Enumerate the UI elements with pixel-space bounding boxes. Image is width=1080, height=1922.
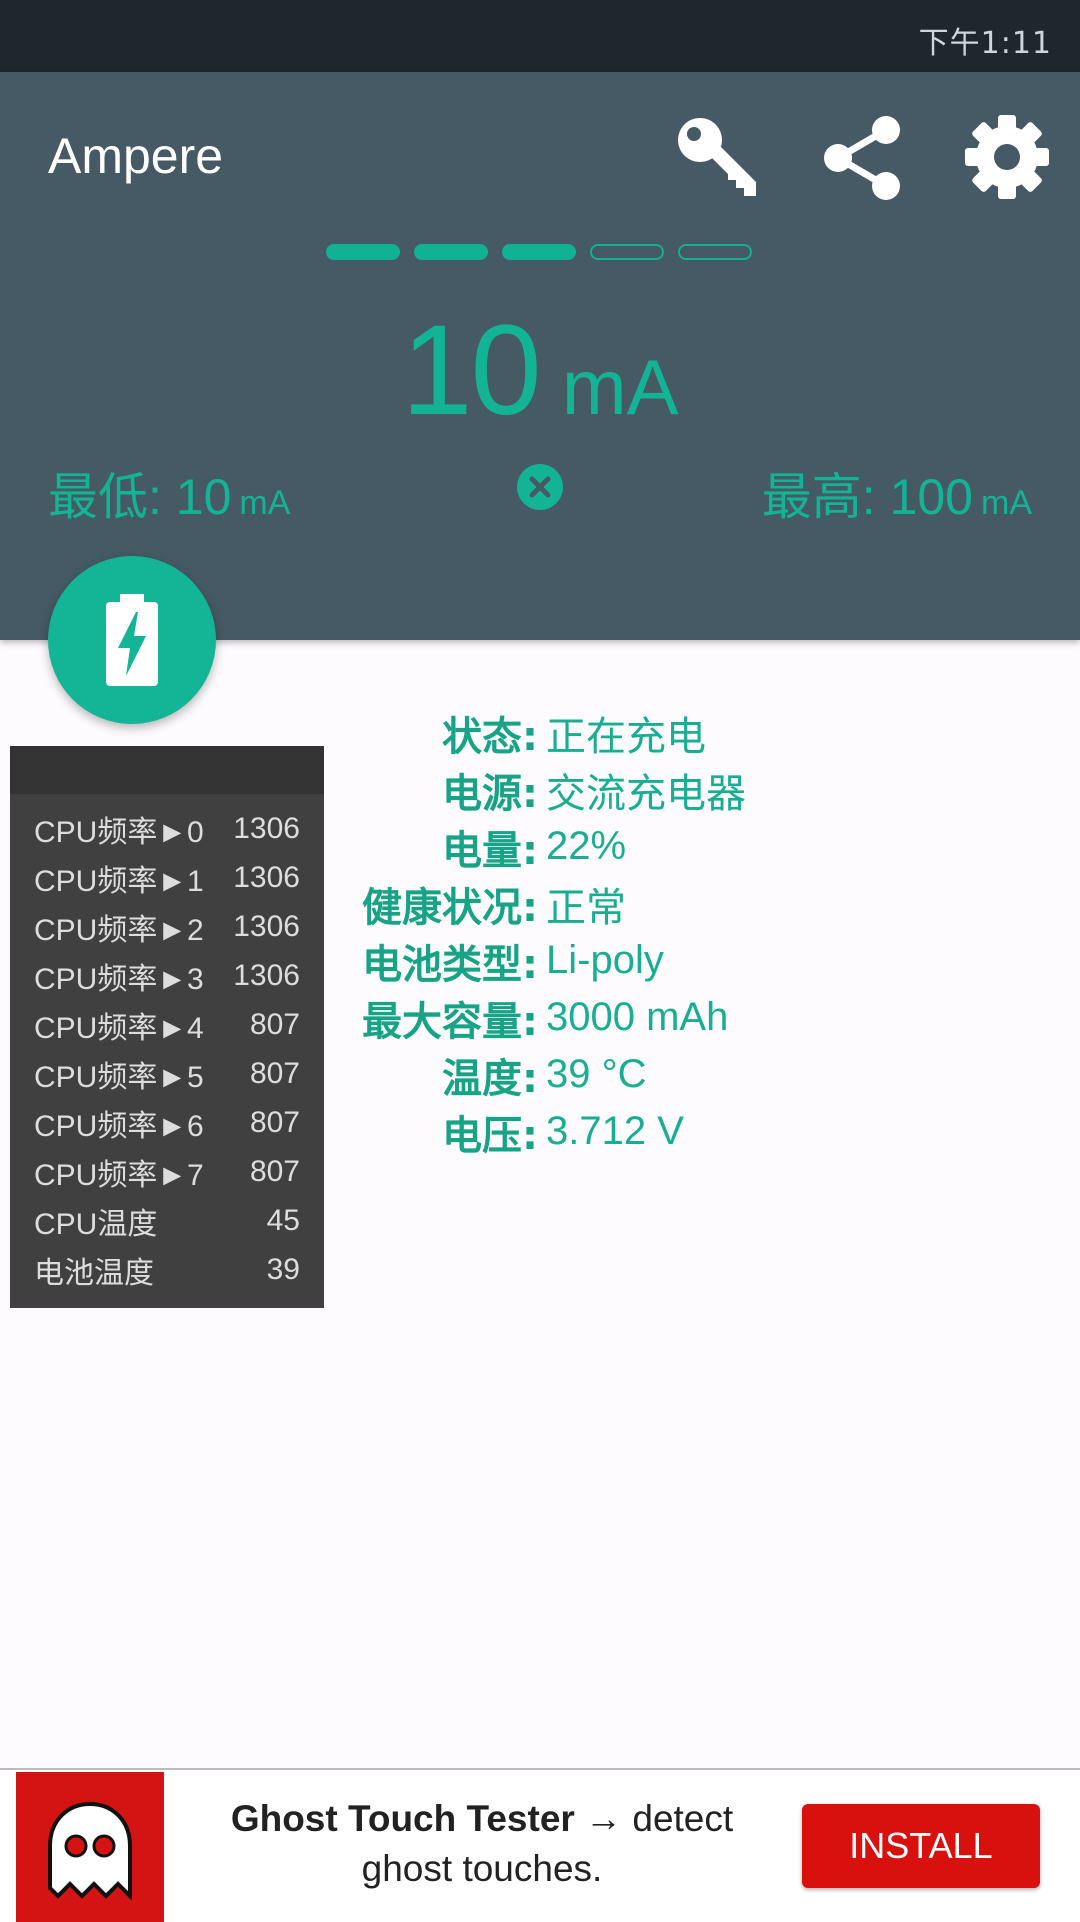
cpu-row-value: 1306 bbox=[233, 860, 300, 894]
battery-info-row: 最大容量: 3000 mAh bbox=[350, 989, 746, 1046]
battery-info-label: 状态: bbox=[442, 713, 538, 760]
cpu-row: CPU频率►2 1306 bbox=[10, 902, 324, 951]
battery-info-row: 状态: 正在充电 bbox=[350, 704, 746, 761]
ghost-icon bbox=[48, 1801, 132, 1900]
ad-title: Ghost Touch Tester bbox=[230, 1798, 575, 1839]
cpu-row-label: CPU频率►4 bbox=[34, 1011, 204, 1045]
battery-info-label: 温度: bbox=[442, 1055, 538, 1102]
share-icon bbox=[824, 116, 900, 200]
level-segment bbox=[678, 244, 752, 260]
cpu-row-label: CPU频率►1 bbox=[34, 864, 204, 898]
close-circle-icon bbox=[517, 464, 563, 510]
cpu-row: CPU温度 45 bbox=[10, 1196, 324, 1245]
cpu-row-value: 45 bbox=[266, 1203, 300, 1237]
cpu-row-label: CPU频率►7 bbox=[34, 1158, 204, 1192]
ad-app-icon[interactable] bbox=[16, 1772, 164, 1922]
cpu-row-label: CPU频率►3 bbox=[34, 962, 204, 996]
cpu-row-value: 807 bbox=[249, 1105, 300, 1139]
cpu-row-value: 1306 bbox=[233, 909, 300, 943]
cpu-row-value: 807 bbox=[249, 1056, 300, 1090]
cpu-row-label: CPU频率►2 bbox=[34, 913, 204, 947]
battery-info-list: 状态: 正在充电 电源: 交流充电器 电量: 22% 健康状况: 正常 电池类型: Li-poly… bbox=[350, 704, 746, 1160]
current-level-indicator bbox=[326, 244, 752, 264]
battery-info-value: 39 °C bbox=[546, 1052, 647, 1096]
battery-info-row: 电池类型: Li-poly bbox=[350, 932, 746, 989]
cpu-row-value: 807 bbox=[249, 1154, 300, 1188]
cpu-row: CPU频率►1 1306 bbox=[10, 853, 324, 902]
cpu-row-label: CPU频率►0 bbox=[34, 815, 204, 849]
battery-info-row: 电压: 3.712 V bbox=[350, 1103, 746, 1160]
battery-info-row: 温度: 39 °C bbox=[350, 1046, 746, 1103]
current-value: 10 bbox=[401, 299, 541, 442]
min-unit: mA bbox=[239, 484, 291, 522]
cpu-row: CPU频率►6 807 bbox=[10, 1098, 324, 1147]
ad-subtitle: ghost touches. bbox=[361, 1848, 603, 1889]
battery-info-label: 电压: bbox=[442, 1112, 538, 1159]
cpu-row: CPU频率►0 1306 bbox=[10, 804, 324, 853]
battery-info-value: 正常 bbox=[546, 885, 626, 930]
cpu-row: CPU频率►3 1306 bbox=[10, 951, 324, 1000]
cpu-row-label: CPU频率►5 bbox=[34, 1060, 204, 1094]
key-icon bbox=[678, 118, 756, 196]
min-value: 最低: 10 bbox=[48, 469, 232, 525]
battery-info-row: 健康状况: 正常 bbox=[350, 875, 746, 932]
battery-info-row: 电源: 交流充电器 bbox=[350, 761, 746, 818]
ad-banner[interactable]: Ghost Touch Tester → detect ghost touche… bbox=[0, 1768, 1080, 1922]
level-segment bbox=[326, 244, 400, 260]
status-time: 下午1:11 bbox=[918, 26, 1052, 61]
cpu-overlay-panel: CPU频率►0 1306 CPU频率►1 1306 CPU频率►2 1306 CPU频率►3… bbox=[10, 746, 324, 1308]
battery-info-label: 电池类型: bbox=[362, 941, 538, 988]
battery-fab-button[interactable] bbox=[48, 556, 216, 724]
cpu-rows: CPU频率►0 1306 CPU频率►1 1306 CPU频率►2 1306 CPU频率►3… bbox=[10, 794, 324, 1294]
min-reading: 最低: 10 mA bbox=[48, 457, 290, 529]
cpu-row-value: 807 bbox=[249, 1007, 300, 1041]
max-reading: 最高: 100 mA bbox=[762, 457, 1032, 529]
battery-info-value: 交流充电器 bbox=[546, 771, 746, 816]
status-bar: 下午1:11 bbox=[0, 0, 1080, 72]
max-unit: mA bbox=[981, 484, 1032, 522]
ad-title-rest: → detect bbox=[574, 1798, 734, 1839]
key-button[interactable] bbox=[672, 112, 762, 202]
current-reading: 10 mA bbox=[0, 297, 1080, 444]
battery-info-value: 22% bbox=[546, 824, 627, 868]
settings-button[interactable] bbox=[962, 112, 1052, 202]
battery-info-label: 电量: bbox=[442, 827, 538, 874]
settings-icon bbox=[965, 115, 1049, 199]
battery-info-value: 3.712 V bbox=[546, 1109, 684, 1153]
battery-info-value: 正在充电 bbox=[546, 714, 706, 759]
app-title: Ampere bbox=[48, 128, 224, 184]
share-button[interactable] bbox=[818, 112, 908, 202]
cpu-row: CPU频率►5 807 bbox=[10, 1049, 324, 1098]
level-segment bbox=[502, 244, 576, 260]
battery-info-value: 3000 mAh bbox=[546, 995, 729, 1039]
ad-text[interactable]: Ghost Touch Tester → detect ghost touche… bbox=[186, 1794, 778, 1894]
battery-info-value: Li-poly bbox=[546, 938, 664, 982]
battery-charging-icon bbox=[106, 594, 158, 686]
cpu-row-label: CPU频率►6 bbox=[34, 1109, 204, 1143]
battery-info-label: 电源: bbox=[442, 770, 538, 817]
cpu-panel-header bbox=[10, 746, 324, 794]
cpu-row-value: 1306 bbox=[233, 958, 300, 992]
level-segment bbox=[414, 244, 488, 260]
battery-info-label: 最大容量: bbox=[362, 998, 538, 1045]
cpu-row-label: CPU温度 bbox=[34, 1207, 158, 1241]
cpu-row-value: 1306 bbox=[233, 811, 300, 845]
current-unit: mA bbox=[561, 343, 679, 431]
level-segment bbox=[590, 244, 664, 260]
cpu-row-value: 39 bbox=[266, 1252, 300, 1286]
install-button[interactable]: INSTALL bbox=[802, 1804, 1040, 1888]
battery-info-label: 健康状况: bbox=[362, 884, 538, 931]
cpu-row: 电池温度 39 bbox=[10, 1245, 324, 1294]
max-value: 最高: 100 bbox=[761, 469, 973, 525]
cpu-row: CPU频率►4 807 bbox=[10, 1000, 324, 1049]
cpu-row-label: 电池温度 bbox=[34, 1256, 154, 1290]
battery-info-row: 电量: 22% bbox=[350, 818, 746, 875]
cpu-row: CPU频率►7 807 bbox=[10, 1147, 324, 1196]
reset-minmax-button[interactable] bbox=[517, 464, 563, 510]
app-header: Ampere 10 mA 最低: 10 mA 最高: 100 mA bbox=[0, 72, 1080, 640]
